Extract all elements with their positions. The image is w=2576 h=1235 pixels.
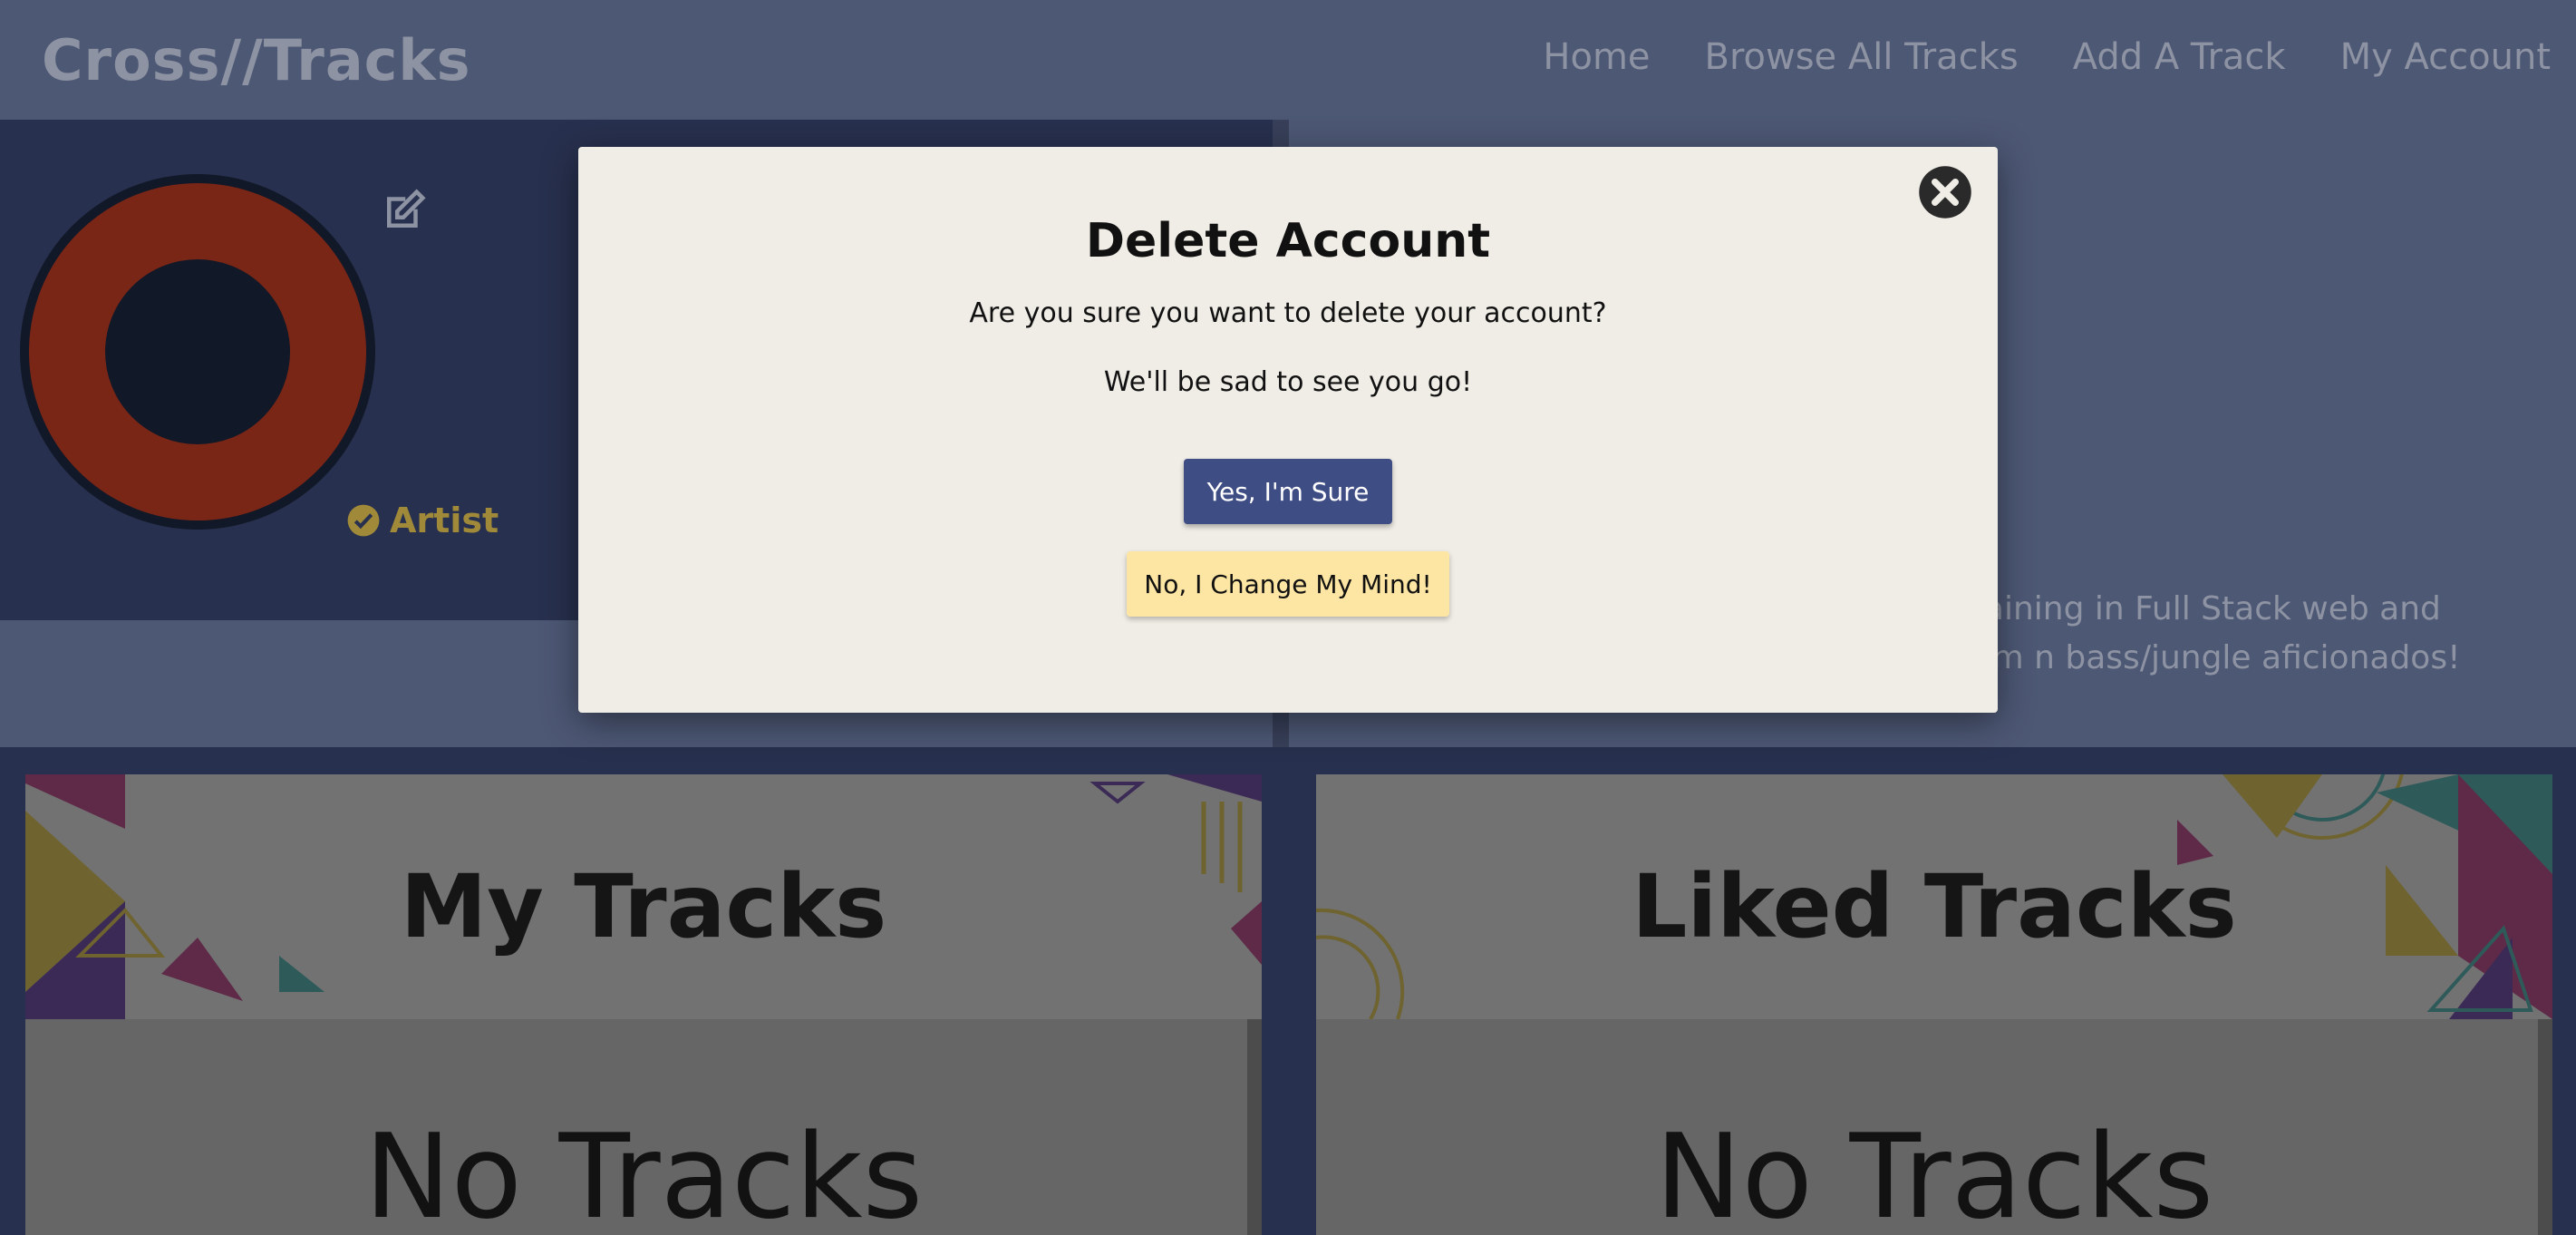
modal-message: Are you sure you want to delete your acc… xyxy=(969,297,1607,329)
cancel-delete-button[interactable]: No, I Change My Mind! xyxy=(1127,551,1449,617)
modal-overlay[interactable]: Delete Account Are you sure you want to … xyxy=(0,0,2576,1235)
delete-account-modal: Delete Account Are you sure you want to … xyxy=(578,147,1998,713)
modal-submessage: We'll be sad to see you go! xyxy=(1103,366,1473,398)
confirm-delete-button[interactable]: Yes, I'm Sure xyxy=(1184,459,1392,524)
modal-title: Delete Account xyxy=(1085,214,1491,268)
close-icon[interactable] xyxy=(1918,165,1972,219)
